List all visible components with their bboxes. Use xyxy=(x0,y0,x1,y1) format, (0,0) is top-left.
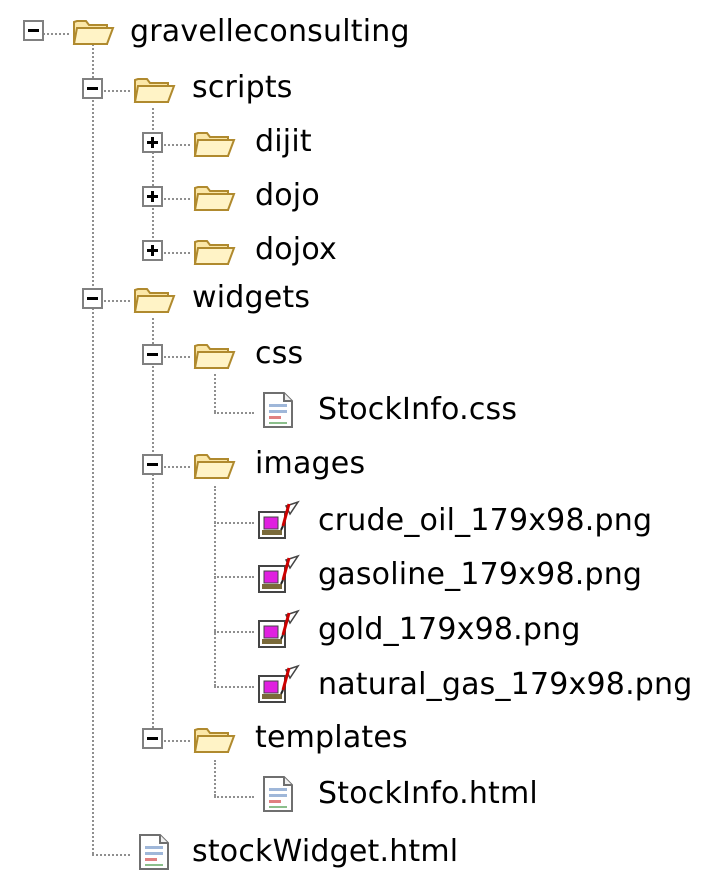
connector-line xyxy=(164,252,190,254)
tree-node-gravelleconsulting[interactable]: gravelleconsulting xyxy=(130,14,410,50)
tree-node-stockinfo-html[interactable]: StockInfo.html xyxy=(318,776,538,812)
open-folder-icon[interactable] xyxy=(192,126,236,162)
text-file-icon[interactable] xyxy=(258,776,302,812)
minus-icon xyxy=(147,353,158,356)
tree-node-gasoline-png[interactable]: gasoline_179x98.png xyxy=(318,557,642,593)
file-tree: gravelleconsulting scripts dijit dojo do… xyxy=(0,0,713,871)
tree-node-dojox[interactable]: dojox xyxy=(255,232,337,268)
minus-icon xyxy=(87,297,98,300)
open-folder-icon[interactable] xyxy=(192,234,236,270)
connector-line xyxy=(164,740,190,742)
tree-node-natural-gas-png[interactable]: natural_gas_179x98.png xyxy=(318,667,693,703)
collapse-toggle-widgets[interactable] xyxy=(82,288,103,309)
image-file-icon[interactable] xyxy=(256,500,300,539)
open-folder-icon[interactable] xyxy=(192,722,236,758)
connector-line xyxy=(92,854,130,856)
tree-node-widgets[interactable]: widgets xyxy=(192,280,310,316)
connector-line xyxy=(164,466,190,468)
connector-line xyxy=(214,576,254,578)
connector-line xyxy=(214,412,254,414)
collapse-toggle-images[interactable] xyxy=(142,454,163,475)
open-folder-icon[interactable] xyxy=(71,14,115,50)
image-file-icon[interactable] xyxy=(256,664,300,703)
connector-line xyxy=(164,356,190,358)
image-file-icon[interactable] xyxy=(256,554,300,593)
minus-icon xyxy=(87,87,98,90)
plus-icon-vertical xyxy=(151,137,154,148)
text-file-icon[interactable] xyxy=(134,834,178,870)
collapse-toggle-root[interactable] xyxy=(23,20,44,41)
tree-node-stockinfo-css[interactable]: StockInfo.css xyxy=(318,392,517,428)
connector-line xyxy=(164,144,190,146)
tree-node-images[interactable]: images xyxy=(255,446,365,482)
connector-line xyxy=(104,300,130,302)
minus-icon xyxy=(147,463,158,466)
connector-line xyxy=(43,33,69,35)
tree-node-dojo[interactable]: dojo xyxy=(255,178,320,214)
text-file-icon[interactable] xyxy=(258,392,302,428)
expand-toggle-dojo[interactable] xyxy=(142,186,163,207)
connector-line xyxy=(214,796,254,798)
connector-line xyxy=(214,686,254,688)
tree-node-templates[interactable]: templates xyxy=(255,720,408,756)
expand-toggle-dojox[interactable] xyxy=(142,240,163,261)
tree-node-crude-oil-png[interactable]: crude_oil_179x98.png xyxy=(318,503,652,539)
open-folder-icon[interactable] xyxy=(132,72,176,108)
plus-icon-vertical xyxy=(151,191,154,202)
open-folder-icon[interactable] xyxy=(192,448,236,484)
collapse-toggle-scripts[interactable] xyxy=(82,78,103,99)
connector-line xyxy=(92,44,94,854)
minus-icon xyxy=(28,29,39,32)
plus-icon-vertical xyxy=(151,245,154,256)
open-folder-icon[interactable] xyxy=(192,180,236,216)
open-folder-icon[interactable] xyxy=(192,338,236,374)
connector-line xyxy=(214,760,216,796)
collapse-toggle-templates[interactable] xyxy=(142,728,163,749)
connector-line xyxy=(214,486,216,686)
tree-node-scripts[interactable]: scripts xyxy=(192,70,293,106)
connector-line xyxy=(164,198,190,200)
tree-node-gold-png[interactable]: gold_179x98.png xyxy=(318,612,581,648)
connector-line xyxy=(214,631,254,633)
tree-node-dijit[interactable]: dijit xyxy=(255,124,312,160)
connector-line xyxy=(152,318,154,748)
collapse-toggle-css[interactable] xyxy=(142,344,163,365)
tree-node-stockwidget-html[interactable]: stockWidget.html xyxy=(192,834,458,870)
image-file-icon[interactable] xyxy=(256,609,300,648)
connector-line xyxy=(104,90,130,92)
connector-line xyxy=(214,522,254,524)
minus-icon xyxy=(147,737,158,740)
connector-line xyxy=(152,108,154,258)
expand-toggle-dijit[interactable] xyxy=(142,132,163,153)
tree-node-css[interactable]: css xyxy=(255,336,303,372)
connector-line xyxy=(214,374,216,412)
open-folder-icon[interactable] xyxy=(132,282,176,318)
